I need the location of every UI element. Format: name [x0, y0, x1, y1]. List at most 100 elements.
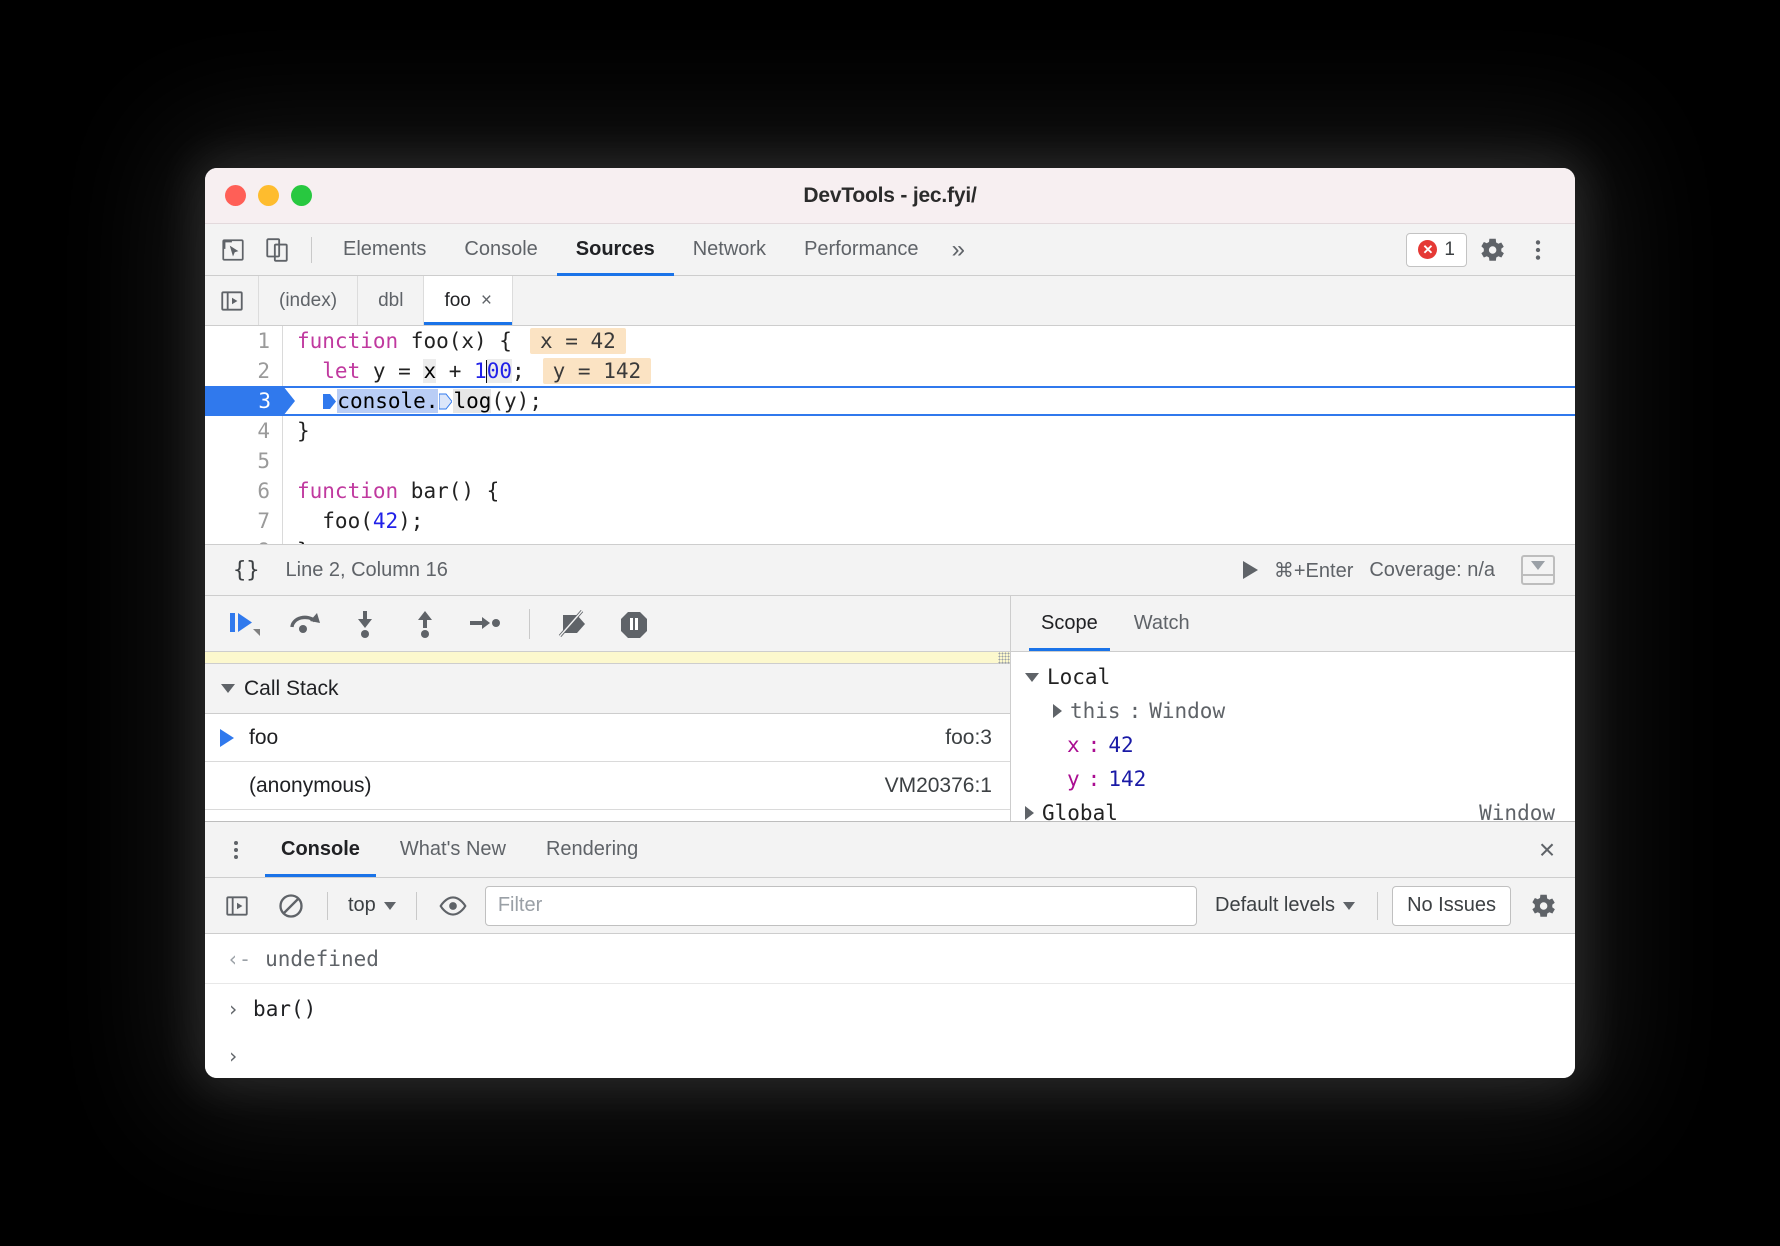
call-stack-frame-name: foo — [249, 726, 278, 750]
console-prompt[interactable]: › — [205, 1034, 1575, 1078]
scope-group-label: Global — [1042, 801, 1118, 821]
tab-scope[interactable]: Scope — [1023, 596, 1116, 651]
file-tab-dbl[interactable]: dbl — [358, 276, 424, 325]
line-number[interactable]: 3 — [205, 386, 283, 416]
scope-entry-this[interactable]: this: Window — [1011, 694, 1575, 728]
scope-group-global[interactable]: Global Window — [1011, 796, 1575, 821]
console-message-list[interactable]: ‹- undefined › bar() › — [205, 934, 1575, 1078]
scope-entry-value: 42 — [1108, 733, 1133, 757]
toolbar-divider — [327, 892, 328, 920]
panel-tab-performance[interactable]: Performance — [785, 224, 938, 276]
line-number[interactable]: 1 — [205, 326, 283, 356]
no-issues-button[interactable]: No Issues — [1392, 886, 1511, 926]
line-number[interactable]: 4 — [205, 416, 283, 446]
device-toolbar-icon[interactable] — [255, 230, 299, 270]
drawer-tab-rendering[interactable]: Rendering — [526, 822, 658, 877]
live-expression-icon[interactable] — [431, 885, 475, 927]
more-panels-chevron-icon[interactable]: » — [938, 224, 979, 276]
source-code-editor[interactable]: 1 function foo(x) {x = 42 2 let y = x + … — [205, 326, 1575, 544]
chevron-down-icon — [1343, 902, 1355, 910]
scope-entry-x[interactable]: x: 42 — [1011, 728, 1575, 762]
step-into-marker-icon[interactable] — [323, 390, 336, 411]
source-file-tabbar: (index) dbl foo × — [205, 276, 1575, 326]
resume-icon[interactable] — [219, 601, 271, 647]
gear-icon[interactable] — [1471, 229, 1513, 271]
resize-grip[interactable] — [998, 652, 1010, 664]
prompt-arrow-icon: › — [227, 1044, 239, 1068]
code-line-4: 4 } — [205, 416, 1575, 446]
close-icon[interactable]: × — [481, 290, 492, 312]
file-tab-index[interactable]: (index) — [259, 276, 358, 325]
line-number[interactable]: 5 — [205, 446, 283, 476]
panel-tab-sources[interactable]: Sources — [557, 224, 674, 276]
code-line-2: 2 let y = x + 100;y = 142 — [205, 356, 1575, 386]
tab-watch[interactable]: Watch — [1116, 596, 1208, 651]
line-number[interactable]: 2 — [205, 356, 283, 386]
call-stack-row-anonymous[interactable]: (anonymous) VM20376:1 — [205, 762, 1010, 810]
step-over-icon[interactable] — [279, 601, 331, 647]
issues-counter-button[interactable]: ✕ 1 — [1406, 233, 1467, 267]
scope-entry-y[interactable]: y: 142 — [1011, 762, 1575, 796]
file-tab-foo[interactable]: foo × — [424, 276, 513, 325]
scope-group-local[interactable]: Local — [1011, 660, 1575, 694]
drawer-tab-whats-new[interactable]: What's New — [380, 822, 526, 877]
editor-status-bar: {} Line 2, Column 16 ⌘+Enter Coverage: n… — [205, 544, 1575, 596]
scope-entry-name: x — [1067, 733, 1080, 757]
panel-tab-console[interactable]: Console — [445, 224, 556, 276]
console-toolbar: top Filter Default levels No Issues — [205, 878, 1575, 934]
line-number[interactable]: 6 — [205, 476, 283, 506]
panel-tab-elements[interactable]: Elements — [324, 224, 445, 276]
show-navigator-icon[interactable] — [205, 276, 259, 325]
run-snippet-icon[interactable] — [1243, 561, 1258, 579]
toolbar-divider — [529, 609, 530, 639]
console-sidebar-icon[interactable] — [215, 885, 259, 927]
issues-count-label: 1 — [1444, 239, 1455, 261]
chevron-down-icon — [221, 684, 235, 693]
gear-icon[interactable] — [1521, 885, 1565, 927]
drawer-line — [1523, 574, 1553, 576]
call-stack-frame-location: VM20376:1 — [885, 774, 992, 798]
call-stack-row-foo[interactable]: foo foo:3 — [205, 714, 1010, 762]
debugger-area: Call Stack foo foo:3 (anonymous) VM20376… — [205, 596, 1575, 821]
step-out-icon[interactable] — [399, 601, 451, 647]
deactivate-breakpoints-icon[interactable] — [548, 601, 600, 647]
kebab-menu-icon[interactable] — [211, 822, 261, 877]
close-drawer-icon[interactable]: × — [1519, 822, 1575, 877]
inspect-element-icon[interactable] — [211, 230, 255, 270]
pause-on-exceptions-icon[interactable] — [608, 601, 660, 647]
call-stack-section-header[interactable]: Call Stack — [205, 664, 1010, 714]
log-levels-dropdown[interactable]: Default levels — [1207, 894, 1363, 917]
line-number[interactable]: 8 — [205, 536, 283, 544]
clear-console-icon[interactable] — [269, 885, 313, 927]
execution-context-selector[interactable]: top — [342, 894, 402, 917]
paused-indicator-bar — [205, 652, 1010, 664]
drawer-tab-console[interactable]: Console — [261, 822, 380, 877]
chevron-right-icon — [1025, 806, 1034, 820]
scope-entry-name: y — [1067, 767, 1080, 791]
error-icon: ✕ — [1418, 240, 1437, 259]
scope-tree[interactable]: Local this: Window x: 42 y: 142 Glob — [1011, 652, 1575, 821]
code-text: } — [283, 536, 310, 544]
call-stack-frame-name: (anonymous) — [249, 774, 372, 798]
line-number[interactable]: 7 — [205, 506, 283, 536]
kebab-menu-icon[interactable] — [1517, 229, 1559, 271]
code-line-7: 7 foo(42); — [205, 506, 1575, 536]
code-text: function bar() { — [283, 476, 499, 506]
drawer-tabbar: Console What's New Rendering × — [205, 822, 1575, 878]
step-into-icon[interactable] — [339, 601, 391, 647]
devtools-window: DevTools - jec.fyi/ Elements Console Sou… — [205, 168, 1575, 1078]
console-result-message: ‹- undefined — [205, 934, 1575, 984]
pretty-print-icon[interactable]: {} — [219, 558, 274, 583]
step-icon[interactable] — [459, 601, 511, 647]
code-text: let y = x + 100;y = 142 — [283, 356, 651, 386]
step-into-marker-icon[interactable] — [439, 390, 452, 411]
code-text: function foo(x) {x = 42 — [283, 326, 626, 356]
code-text: } — [283, 416, 310, 446]
inline-value-hint: x = 42 — [530, 328, 626, 354]
debugger-toolbar — [205, 596, 1010, 652]
show-drawer-icon[interactable] — [1521, 555, 1555, 585]
file-tab-label: foo — [444, 290, 470, 312]
toolbar-divider — [311, 237, 312, 263]
panel-tab-network[interactable]: Network — [674, 224, 785, 276]
console-filter-input[interactable]: Filter — [485, 886, 1197, 926]
